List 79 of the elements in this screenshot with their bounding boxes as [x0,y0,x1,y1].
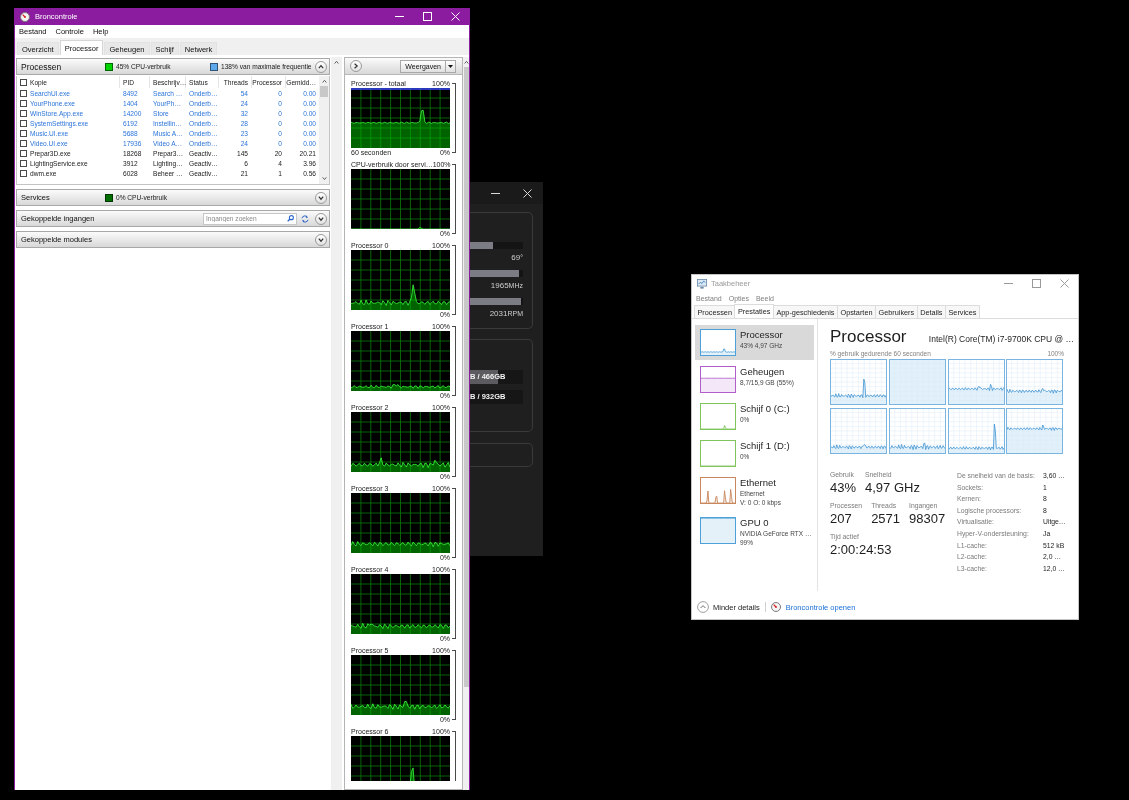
cpu-core-graph [888,408,946,454]
minimize-icon [490,192,500,194]
collapse-button[interactable] [315,60,327,73]
chevron-up-icon [318,63,324,70]
expand-button[interactable] [315,233,327,246]
search-icon [287,215,294,222]
cpu-core-graph [830,408,887,454]
maximize-icon [422,12,432,21]
stat-value: 4,97 GHz [865,480,920,496]
chevron-down-icon [318,215,324,222]
resource-name: Schijf 1 (D:) [740,440,790,452]
collapse-panel-button[interactable] [350,60,362,72]
scrollbar[interactable] [463,57,469,790]
chevron-right-icon [353,63,359,69]
checkbox[interactable] [20,159,27,167]
empty-panel [470,443,533,467]
refresh-button[interactable] [301,214,309,223]
cpu-core-graph [888,359,946,405]
chevron-down-icon [318,194,324,201]
scrollbar-thumb[interactable] [463,67,469,687]
expand-button[interactable] [315,212,327,225]
scale-bracket [452,407,456,477]
resource-name: Ethernet [740,477,776,489]
checkbox[interactable] [20,78,27,86]
scale-bracket [452,488,456,558]
checkbox[interactable] [20,89,27,97]
scrollbar-thumb[interactable] [320,86,328,97]
chevron-down-icon [318,236,324,243]
checkbox[interactable] [20,119,27,127]
stat-value: 2:00:24:53 [830,542,892,558]
checkbox[interactable] [20,139,27,147]
resource-name: Processor [740,329,783,341]
chevron-down-icon [321,176,327,181]
chevron-up-icon [334,60,339,65]
scale-bracket [452,326,456,396]
chevron-up-circle-icon [697,601,709,613]
scrollbar[interactable] [331,57,342,790]
close-icon [522,188,532,198]
maximize-icon [1031,279,1041,288]
minimize-icon [394,16,404,17]
cpu-model: Intel(R) Core(TM) i7-9700K CPU @ … [928,334,1074,344]
resource-name: Schijf 0 (C:) [740,403,790,415]
gauge-icon [20,11,30,22]
panel-title: Processor [830,327,907,347]
caret-down-icon [448,64,453,68]
close-icon [1059,279,1069,288]
scale-bracket [452,731,456,781]
cpu-core-graph [830,359,887,405]
section-title: Processen [21,61,63,72]
close-icon [450,12,460,21]
expand-button[interactable] [315,191,327,204]
minimize-icon [1003,283,1013,284]
cpu-core-graph [947,408,1005,454]
scale-bracket [452,650,456,720]
dropdown-button[interactable] [446,59,456,73]
checkbox[interactable] [20,99,27,107]
resource-name: Geheugen [740,366,785,378]
scale-bracket [452,245,456,315]
checkbox[interactable] [20,169,27,177]
monitor-chart-icon [697,278,707,289]
resource-name: GPU 0 [740,517,769,529]
checkbox[interactable] [20,129,27,137]
cpu-core-graph [1006,359,1064,405]
refresh-icon [301,214,309,223]
scale-bracket [452,164,456,234]
stat-value: 43% [830,480,857,496]
stat-value: 98307 [909,511,946,527]
gauge-icon [770,602,781,612]
stat-value: 2571 [871,511,901,527]
cpu-core-graph [1006,408,1064,454]
scale-bracket [452,83,456,153]
cpu-core-graph [947,359,1005,405]
scale-bracket [452,569,456,639]
stat-value: 207 [830,511,853,527]
scrollbar[interactable] [319,76,329,184]
checkbox[interactable] [20,109,27,117]
chevron-up-icon [463,60,469,65]
chevron-up-icon [321,79,327,84]
checkbox[interactable] [20,149,27,157]
